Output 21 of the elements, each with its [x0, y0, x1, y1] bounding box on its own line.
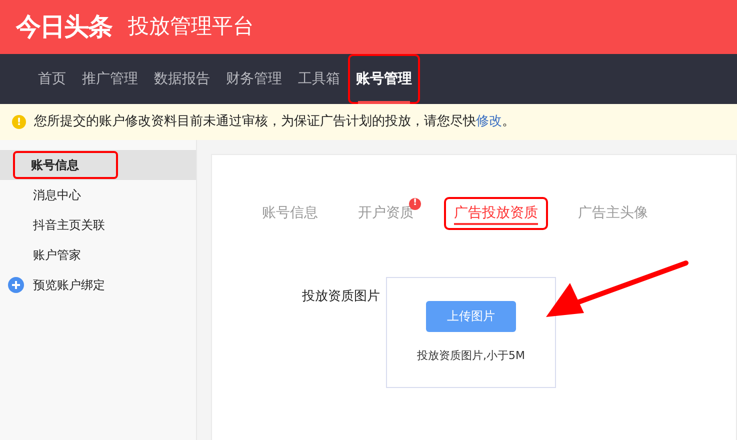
alert-message: 您所提交的账户修改资料目前未通过审核，为保证广告计划的投放，请您尽快修改。 — [34, 113, 515, 132]
platform-title: 投放管理平台 — [128, 13, 254, 40]
nav-tab[interactable]: 财务管理 — [218, 54, 290, 104]
nav-tab[interactable]: 数据报告 — [146, 54, 218, 104]
tab[interactable]: 广告投放资质 — [444, 197, 548, 230]
nav-tab[interactable]: 账号管理 — [348, 54, 420, 104]
nav-tab[interactable]: 工具箱 — [290, 54, 348, 104]
field-label: 投放资质图片 — [301, 288, 380, 306]
logo: 今日头条 — [16, 11, 112, 44]
sidebar-item[interactable]: 抖音主页关联 — [0, 210, 196, 240]
sidebar-item[interactable]: 消息中心 — [0, 180, 196, 210]
tab[interactable]: 开户资质 ! — [350, 197, 422, 230]
edit-link[interactable]: 修改 — [476, 114, 502, 130]
sidebar-item[interactable]: 预览账户绑定 — [0, 270, 196, 300]
nav-tab[interactable]: 首页 — [30, 54, 74, 104]
upload-area[interactable]: 上传图片 投放资质图片,小于5M — [386, 277, 556, 388]
sidebar-item[interactable]: 账户管家 — [0, 240, 196, 270]
upload-hint: 投放资质图片,小于5M — [417, 348, 525, 364]
add-icon — [8, 277, 24, 293]
nav-tab[interactable]: 推广管理 — [74, 54, 146, 104]
warning-icon: ! — [12, 115, 26, 129]
